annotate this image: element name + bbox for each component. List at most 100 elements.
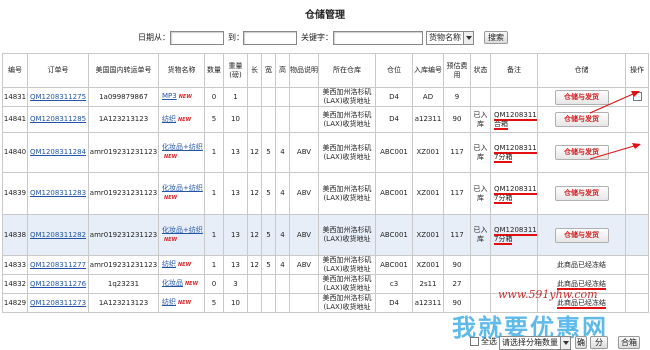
storage-table: 编号 订单号 美国国内转运单号 货物名称 数量 重量(磅) 长宽高物品说明 所在仓库 仓位 入库编… <box>2 53 649 313</box>
cell-tracking: 1q23231 <box>88 274 159 294</box>
cell-height <box>275 274 290 294</box>
order-link[interactable]: QM1208311277 <box>30 261 86 269</box>
goods-link[interactable]: 化妆品 <box>162 279 183 287</box>
split-count-select[interactable]: 请选择分箱数量 <box>499 336 571 350</box>
cell-warehouse: 美西加州洛杉矶(LAX)收货地址 <box>318 87 376 107</box>
order-link[interactable]: QM1208311273 <box>30 299 86 307</box>
cell-inbound: 2s11 <box>412 274 444 294</box>
split-button[interactable]: 分 <box>590 336 608 349</box>
cell-tracking: amr019231231123 <box>88 132 159 173</box>
order-link[interactable]: QM1208311276 <box>30 280 86 288</box>
cell-goods: 化妆品+纺织 NEW <box>158 172 205 215</box>
cell-fee: 117 <box>443 214 471 256</box>
cell-width <box>261 87 276 107</box>
column-header-qty: 数量 <box>204 53 224 88</box>
cell-width <box>261 106 276 133</box>
search-field-select[interactable]: 货物名称 <box>426 31 474 45</box>
cell-id: 14829 <box>2 293 28 313</box>
cell-height <box>275 293 290 313</box>
cell-goods: 纺织 NEW <box>158 255 205 275</box>
cell-qty: 1 <box>204 132 224 173</box>
cell-action <box>625 87 649 107</box>
new-badge: NEW <box>185 281 199 287</box>
keyword-input[interactable] <box>333 31 423 45</box>
cell-warehouse: 美西加州洛杉矶(LAX)收货地址 <box>318 274 376 294</box>
storage-ship-button[interactable]: 仓储与发货 <box>554 186 609 201</box>
cell-inbound: XZ001 <box>412 172 444 215</box>
date-to-label: 到： <box>228 33 244 42</box>
order-link[interactable]: QM1208311275 <box>30 93 86 101</box>
cell-action <box>625 274 649 294</box>
order-link[interactable]: QM1208311284 <box>30 148 86 156</box>
storage-ship-button[interactable]: 仓储与发货 <box>554 145 609 160</box>
cell-goods: 化妆品 NEW <box>158 274 205 294</box>
date-to-input[interactable] <box>243 31 297 45</box>
cell-height: 4 <box>275 214 290 256</box>
cell-fee: 117 <box>443 132 471 173</box>
cell-storage: 仓储与发货 <box>537 87 626 107</box>
cell-note <box>490 255 538 275</box>
note-text: QM1208311276+QM120831127 7分箱 <box>494 143 537 163</box>
cell-desc: ABV <box>289 132 319 173</box>
cell-note: QM1208311273合箱 <box>490 106 538 133</box>
cell-height <box>275 87 290 107</box>
cell-bin: D4 <box>375 106 413 133</box>
column-header-warehouse: 所在仓库 <box>318 53 376 88</box>
cell-width: 5 <box>261 214 276 256</box>
cell-warehouse: 美西加州洛杉矶(LAX)收货地址 <box>318 214 376 256</box>
cell-order: QM1208311284 <box>27 132 89 173</box>
goods-link[interactable]: 纺织 <box>162 298 176 306</box>
split-count-value: 请选择分箱数量 <box>502 338 558 347</box>
cell-tracking: 1A123213123 <box>88 106 159 133</box>
cell-tracking: 1A123213123 <box>88 293 159 313</box>
cell-id: 14840 <box>2 132 28 173</box>
column-header-inbound: 入库编号 <box>412 53 444 88</box>
cell-warehouse: 美西加州洛杉矶(LAX)收货地址 <box>318 132 376 173</box>
order-link[interactable]: QM1208311283 <box>30 189 86 197</box>
cell-status: 已入库 <box>470 214 491 256</box>
cell-warehouse: 美西加州洛杉矶(LAX)收货地址 <box>318 172 376 215</box>
cell-fee: 9 <box>443 87 471 107</box>
cell-goods: 化妆品+纺织 NEW <box>158 214 205 256</box>
storage-ship-button[interactable]: 仓储与发货 <box>554 227 609 243</box>
cell-storage: 仓储与发货 <box>537 132 626 173</box>
column-header-tracking: 美国国内转运单号 <box>88 53 159 88</box>
cell-id: 14831 <box>2 87 28 107</box>
order-link[interactable]: QM1208311282 <box>30 231 86 239</box>
cell-bin: D4 <box>375 87 413 107</box>
column-header-note: 备注 <box>490 53 538 88</box>
confirm-button[interactable]: 确 <box>575 336 587 349</box>
cell-tracking: amr019231231123 <box>88 214 159 256</box>
column-header-id: 编号 <box>2 53 28 88</box>
storage-ship-button[interactable]: 仓储与发货 <box>554 89 609 105</box>
cell-warehouse: 美西加州洛杉矶(LAX)收货地址 <box>318 255 376 275</box>
chevron-down-icon <box>560 337 570 349</box>
select-all-checkbox[interactable] <box>470 337 479 346</box>
goods-link[interactable]: 化妆品+纺织 <box>162 184 203 192</box>
goods-link[interactable]: 化妆品+纺织 <box>162 226 203 234</box>
search-button[interactable]: 搜索 <box>484 31 508 44</box>
merge-button[interactable]: 合箱 <box>618 336 640 349</box>
goods-link[interactable]: 化妆品+纺织 <box>162 143 203 151</box>
storage-ship-button[interactable]: 仓储与发货 <box>554 112 609 127</box>
goods-link[interactable]: 纺织 <box>162 115 176 123</box>
date-from-label: 日期从： <box>138 33 170 42</box>
cell-inbound: a12311 <box>412 106 444 133</box>
cell-order: QM1208311285 <box>27 106 89 133</box>
column-header-length: 长 <box>247 53 262 88</box>
cell-warehouse: 美西加州洛杉矶(LAX)收货地址 <box>318 293 376 313</box>
cell-length: 12 <box>247 214 262 256</box>
cell-order: QM1208311276 <box>27 274 89 294</box>
goods-link[interactable]: 纺织 <box>162 260 176 268</box>
cell-note: QM1208311276+QM120831127 7分箱 <box>490 172 538 215</box>
order-link[interactable]: QM1208311285 <box>30 115 86 123</box>
row-select-checkbox[interactable] <box>632 92 642 102</box>
cell-length: 12 <box>247 132 262 173</box>
cell-bin: ABC001 <box>375 132 413 173</box>
cell-id: 14833 <box>2 255 28 275</box>
date-from-input[interactable] <box>170 31 224 45</box>
cell-note <box>490 87 538 107</box>
table-row: 14839 QM1208311283 amr019231231123 化妆品+纺织 NE… <box>2 172 649 215</box>
cell-fee: 117 <box>443 172 471 215</box>
goods-link[interactable]: MP3 <box>162 92 177 100</box>
